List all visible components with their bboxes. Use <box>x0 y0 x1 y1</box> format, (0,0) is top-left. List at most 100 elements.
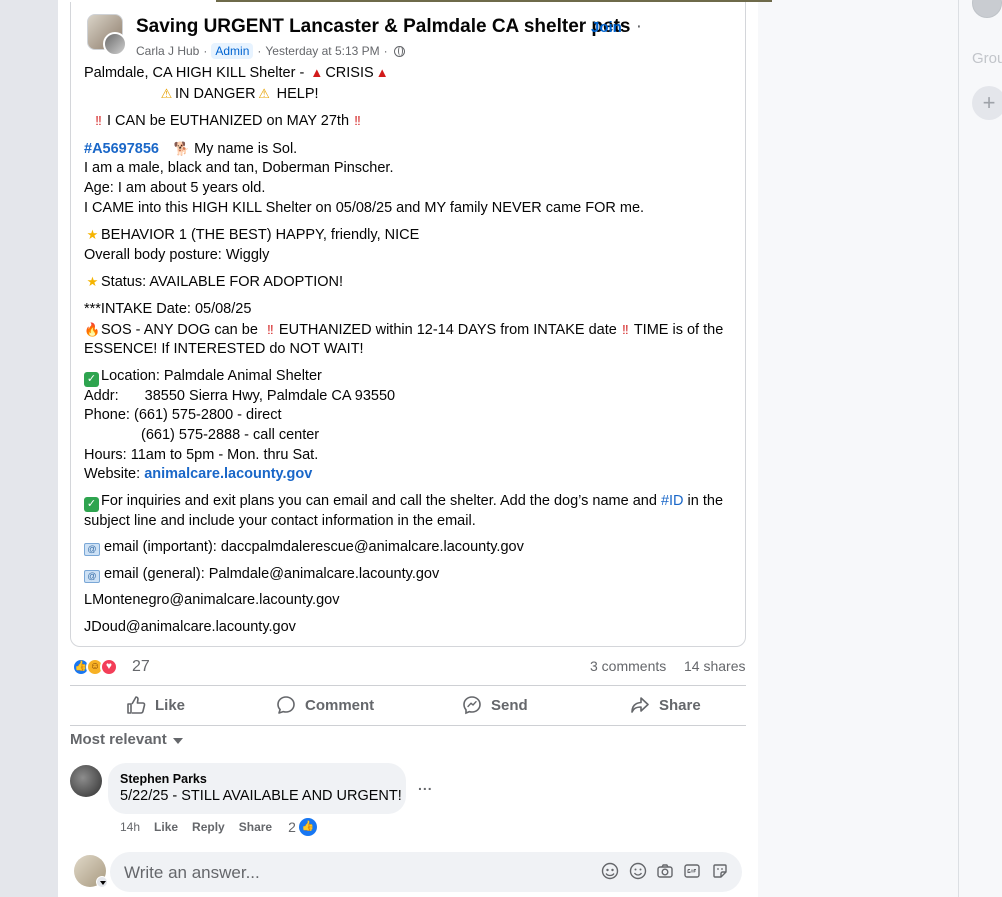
avatar-stack[interactable] <box>87 14 129 56</box>
comment-bubble: Stephen Parks 5/22/25 - STILL AVAILABLE … <box>108 763 406 814</box>
divider <box>70 725 746 726</box>
group-title[interactable]: Saving URGENT Lancaster & Palmdale CA sh… <box>136 16 642 38</box>
body-text: Status: AVAILABLE FOR ADOPTION! <box>101 274 344 291</box>
body-text: HELP! <box>272 85 319 102</box>
admin-badge: Admin <box>211 43 254 59</box>
dog-info-block: #A5697856 🐕 My name is Sol. I am a male,… <box>84 139 739 218</box>
meta-dot: · <box>383 44 388 58</box>
website-label: Website: <box>84 466 145 483</box>
warning-icon: ⚠ <box>160 85 173 101</box>
email-icon: @ <box>84 569 100 583</box>
like-button[interactable]: Like <box>126 692 185 718</box>
intake-block: ***INTAKE Date: 05/08/25 🔥SOS - ANY DOG … <box>84 300 739 360</box>
sort-label: Most relevant <box>70 731 167 748</box>
comment-button[interactable]: Comment <box>276 692 374 718</box>
headline-block: Palmdale, CA HIGH KILL Shelter - ▲ CRISIS… <box>84 63 739 104</box>
body-line: Palmdale, CA HIGH KILL Shelter - ▲ CRISIS… <box>84 63 739 84</box>
gif-icon[interactable] <box>683 862 701 880</box>
add-group-button[interactable]: + <box>972 86 1002 120</box>
love-reaction-icon: ♥ <box>100 658 118 676</box>
meta-dot: · <box>203 44 208 58</box>
hashtag-link[interactable]: #ID <box>661 493 684 509</box>
globe-icon <box>393 45 405 57</box>
body-line: Website: animalcare.lacounty.gov <box>84 465 739 485</box>
body-text: For inquiries and exit plans you can ema… <box>101 492 661 509</box>
body-line: ***INTAKE Date: 05/08/25 <box>84 300 252 317</box>
share-button[interactable]: Share <box>630 692 701 718</box>
like-reaction-icon: 👍 <box>298 818 317 836</box>
divider <box>70 685 746 686</box>
author-name[interactable]: Carla J Hub <box>136 44 199 58</box>
comment-like-count: 2 <box>288 819 296 835</box>
send-button[interactable]: Send <box>462 692 528 718</box>
star-icon: ★ <box>86 274 99 290</box>
meta-dot: · <box>257 44 262 58</box>
double-exclamation-icon: ‼ <box>267 321 274 337</box>
website-link[interactable]: animalcare.lacounty.gov <box>144 466 312 482</box>
title-separator: · <box>635 16 643 37</box>
commenter-name[interactable]: Stephen Parks <box>120 772 394 786</box>
body-line: ✓ Location: Palmdale Animal Shelter <box>84 367 739 387</box>
body-line: Addr: 38550 Sierra Hwy, Palmdale CA 93550 <box>84 387 739 407</box>
body-text: SOS - ANY DOG can be <box>101 321 262 338</box>
comment-sort-dropdown[interactable]: Most relevant <box>70 731 183 748</box>
right-panel <box>758 0 1002 897</box>
answer-input[interactable] <box>124 862 584 884</box>
send-label: Send <box>491 696 528 714</box>
body-text: email (important): daccpalmdalerescue@an… <box>104 539 524 556</box>
body-text: My name is Sol. <box>194 140 298 157</box>
status-line: ★ Status: AVAILABLE FOR ADOPTION! <box>84 272 739 293</box>
body-text: EUTHANIZED within 12-14 DAYS from INTAKE… <box>278 321 617 338</box>
join-button[interactable]: Join <box>591 19 622 36</box>
identity-switch-icon[interactable] <box>96 876 108 888</box>
body-line: Hours: 11am to 5pm - Mon. thru Sat. <box>84 446 319 463</box>
comment-reaction-count[interactable]: 2 👍 <box>288 818 317 836</box>
speech-bubble-icon <box>277 696 295 714</box>
post-body: Palmdale, CA HIGH KILL Shelter - ▲ CRISIS… <box>84 63 739 645</box>
comment-options-button[interactable]: ... <box>418 777 433 793</box>
left-gutter <box>0 0 58 897</box>
avatar-icon[interactable] <box>601 862 619 880</box>
body-line: ⚠ IN DANGER ⚠ HELP! <box>84 84 739 105</box>
post-timestamp[interactable]: Yesterday at 5:13 PM <box>265 44 379 58</box>
post-meta: Carla J Hub · Admin · Yesterday at 5:13 … <box>136 43 405 59</box>
answer-box <box>110 852 742 892</box>
group-name[interactable]: Saving URGENT Lancaster & Palmdale CA sh… <box>136 16 631 37</box>
fire-icon: 🔥 <box>84 321 101 337</box>
body-line: 🔥SOS - ANY DOG can be ‼ EUTHANIZED within… <box>84 320 739 360</box>
sticker-icon[interactable] <box>711 862 729 880</box>
body-text: email (general): Palmdale@animalcare.lac… <box>104 565 440 582</box>
double-exclamation-icon: ‼ <box>354 113 361 129</box>
caret-down-icon <box>172 737 183 744</box>
smiley-icon[interactable] <box>629 862 647 880</box>
siren-icon: ▲ <box>375 65 389 80</box>
comments-count[interactable]: 3 comments <box>590 658 666 674</box>
body-line: I am a male, black and tan, Doberman Pin… <box>84 160 394 177</box>
body-line: Phone: (661) 575-2800 - direct <box>84 407 282 424</box>
address-value: 38550 Sierra Hwy, Palmdale CA 93550 <box>144 387 396 404</box>
check-icon: ✓ <box>84 371 99 387</box>
body-line: ★ BEHAVIOR 1 (THE BEST) HAPPY, friendly, … <box>84 225 739 246</box>
camera-icon[interactable] <box>656 862 674 880</box>
comment-like-button[interactable]: Like <box>154 820 178 834</box>
star-icon: ★ <box>86 227 99 243</box>
reaction-icons[interactable]: 👍 ☺ ♥ <box>72 658 118 676</box>
body-line: #A5697856 🐕 My name is Sol. <box>84 139 739 160</box>
check-icon: ✓ <box>84 496 99 512</box>
body-text: I CAN be EUTHANIZED on MAY 27th <box>107 113 350 130</box>
commenter-avatar[interactable] <box>70 765 102 797</box>
hashtag-link[interactable]: #A5697856 <box>84 141 159 157</box>
comment-timestamp[interactable]: 14h <box>120 820 140 834</box>
thumbs-up-icon <box>127 696 146 714</box>
reaction-count[interactable]: 27 <box>132 658 150 676</box>
shares-count[interactable]: 14 shares <box>684 658 745 674</box>
comment-share-button[interactable]: Share <box>239 820 272 834</box>
author-avatar[interactable] <box>103 32 127 56</box>
email-icon: @ <box>84 543 100 557</box>
email-line: @ email (general): Palmdale@animalcare.la… <box>84 565 739 585</box>
share-label: Share <box>659 696 701 714</box>
body-text: IN DANGER <box>175 85 256 102</box>
reactions-row: 👍 ☺ ♥ 27 3 comments 14 shares <box>70 656 746 680</box>
comment-reply-button[interactable]: Reply <box>192 820 225 834</box>
euthanize-date-line: ‼ I CAN be EUTHANIZED on MAY 27th ‼ <box>84 111 739 132</box>
